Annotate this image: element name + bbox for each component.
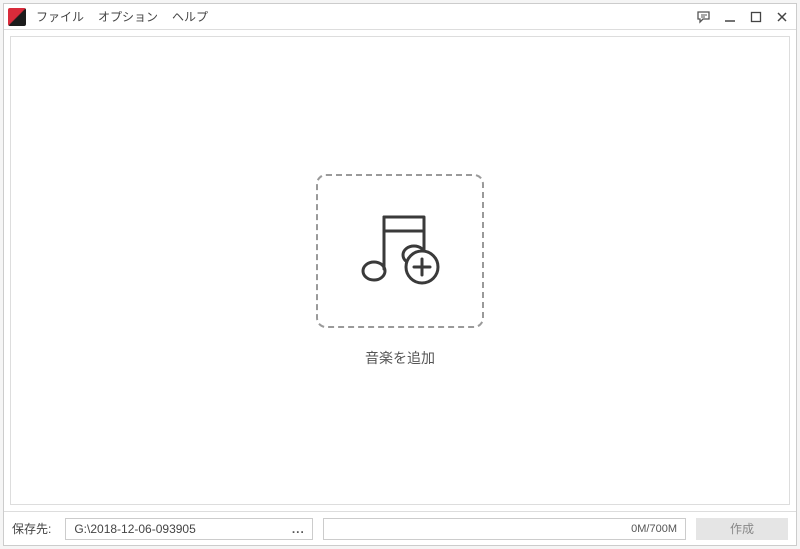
size-progress-text: 0M/700M: [631, 523, 677, 535]
feedback-icon[interactable]: [696, 9, 712, 25]
menu-bar: ファイル オプション ヘルプ: [36, 8, 208, 25]
close-icon[interactable]: [774, 9, 790, 25]
maximize-icon[interactable]: [748, 9, 764, 25]
save-to-label: 保存先:: [12, 520, 51, 537]
menu-options[interactable]: オプション: [98, 8, 158, 25]
window-controls: [696, 9, 790, 25]
titlebar: ファイル オプション ヘルプ: [4, 4, 796, 30]
main-content: 音楽を追加: [10, 36, 790, 505]
add-music-dropzone[interactable]: [316, 174, 484, 328]
minimize-icon[interactable]: [722, 9, 738, 25]
menu-file[interactable]: ファイル: [36, 8, 84, 25]
add-music-label: 音楽を追加: [365, 348, 435, 368]
music-add-icon: [346, 197, 454, 305]
size-progress: 0M/700M: [323, 518, 686, 540]
app-window: ファイル オプション ヘルプ: [3, 3, 797, 546]
save-path-text: G:\2018-12-06-093905: [74, 522, 288, 536]
bottom-bar: 保存先: G:\2018-12-06-093905 ... 0M/700M 作成: [4, 511, 796, 545]
create-button[interactable]: 作成: [696, 518, 788, 540]
add-music-area[interactable]: 音楽を追加: [316, 174, 484, 368]
browse-button[interactable]: ...: [288, 522, 308, 536]
menu-help[interactable]: ヘルプ: [172, 8, 208, 25]
app-icon: [8, 8, 26, 26]
save-path-field[interactable]: G:\2018-12-06-093905 ...: [65, 518, 313, 540]
